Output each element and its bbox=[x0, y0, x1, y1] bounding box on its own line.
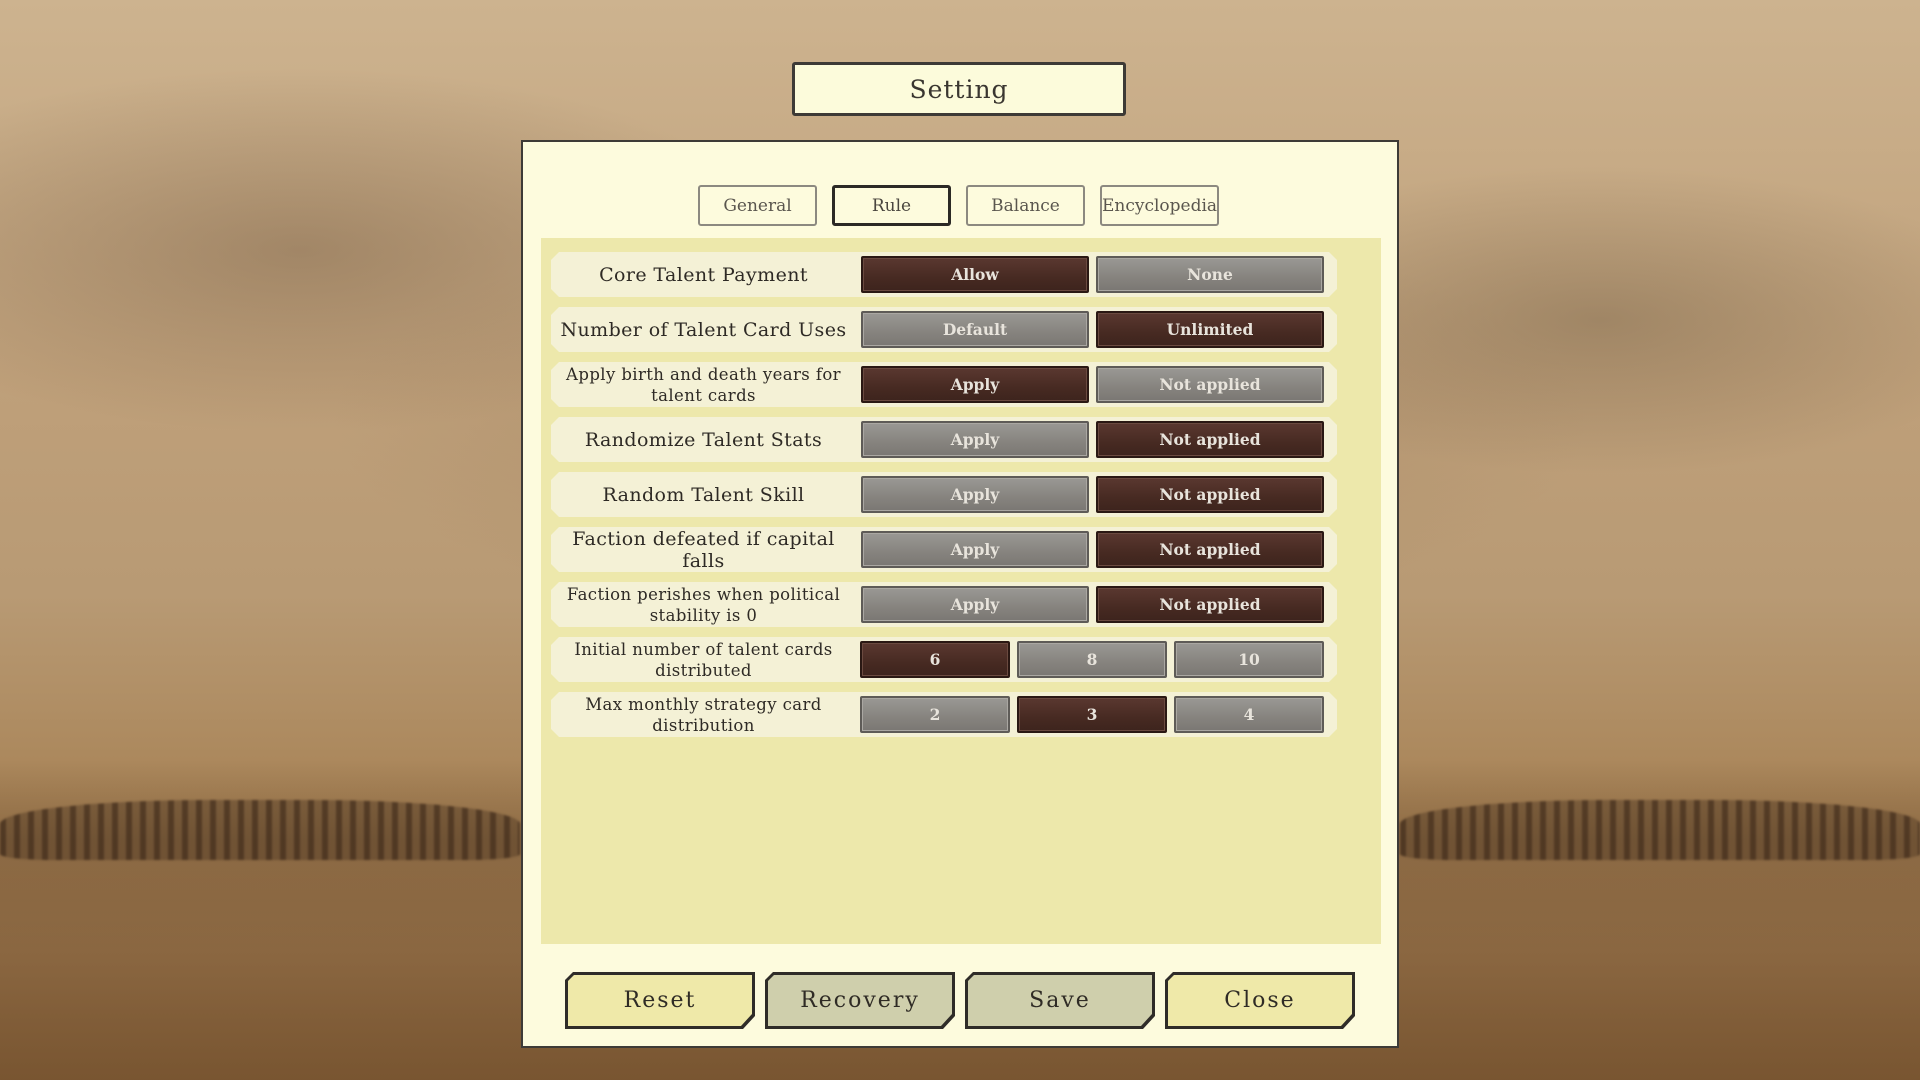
rule-label: Max monthly strategy card distribution bbox=[585, 694, 822, 735]
rule-row-capital-falls: Faction defeated if capital falls Apply … bbox=[551, 527, 1337, 572]
close-button-label: Close bbox=[1168, 975, 1352, 1026]
rule-row-randomize-talent-stats: Randomize Talent Stats Apply Not applied bbox=[551, 417, 1337, 462]
option-none-button[interactable]: None bbox=[1096, 256, 1324, 293]
reset-button-label: Reset bbox=[568, 975, 752, 1026]
settings-panel: General Rule Balance Encyclopedia Core T… bbox=[521, 140, 1399, 1048]
rule-row-birth-death-years: Apply birth and death years for talent c… bbox=[551, 362, 1337, 407]
rule-label: Core Talent Payment bbox=[599, 263, 808, 286]
tab-general[interactable]: General bbox=[698, 185, 817, 226]
rule-label: Apply birth and death years for talent c… bbox=[566, 364, 841, 405]
option-default-button[interactable]: Default bbox=[861, 311, 1089, 348]
rule-label: Initial number of talent cards distribut… bbox=[574, 639, 833, 680]
option-allow-button[interactable]: Allow bbox=[861, 256, 1089, 293]
option-2-button[interactable]: 2 bbox=[860, 696, 1010, 733]
option-apply-button[interactable]: Apply bbox=[861, 586, 1089, 623]
army-silhouette-left bbox=[0, 800, 520, 860]
rule-row-core-talent-payment: Core Talent Payment Allow None bbox=[551, 252, 1337, 297]
rule-row-initial-talent-cards: Initial number of talent cards distribut… bbox=[551, 637, 1337, 682]
tab-rule[interactable]: Rule bbox=[832, 185, 951, 226]
rule-label: Randomize Talent Stats bbox=[584, 428, 823, 451]
option-apply-button[interactable]: Apply bbox=[861, 531, 1089, 568]
option-4-button[interactable]: 4 bbox=[1174, 696, 1324, 733]
save-button[interactable]: Save bbox=[965, 972, 1155, 1029]
rule-label: Faction perishes when political stabilit… bbox=[566, 584, 841, 625]
option-not-applied-button[interactable]: Not applied bbox=[1096, 366, 1324, 403]
rule-label: Faction defeated if capital falls bbox=[572, 527, 835, 572]
rule-label: Number of Talent Card Uses bbox=[560, 318, 847, 341]
option-not-applied-button[interactable]: Not applied bbox=[1096, 531, 1324, 568]
close-button[interactable]: Close bbox=[1165, 972, 1355, 1029]
save-button-label: Save bbox=[968, 975, 1152, 1026]
rule-row-monthly-strategy-cards: Max monthly strategy card distribution 2… bbox=[551, 692, 1337, 737]
rules-content: Core Talent Payment Allow None Number of… bbox=[541, 238, 1381, 944]
reset-button[interactable]: Reset bbox=[565, 972, 755, 1029]
page-title: Setting bbox=[792, 62, 1126, 116]
recovery-button-label: Recovery bbox=[768, 975, 952, 1026]
option-apply-button[interactable]: Apply bbox=[861, 366, 1089, 403]
option-not-applied-button[interactable]: Not applied bbox=[1096, 586, 1324, 623]
option-not-applied-button[interactable]: Not applied bbox=[1096, 476, 1324, 513]
option-6-button[interactable]: 6 bbox=[860, 641, 1010, 678]
option-not-applied-button[interactable]: Not applied bbox=[1096, 421, 1324, 458]
tab-encyclopedia[interactable]: Encyclopedia bbox=[1100, 185, 1219, 226]
rule-label: Random Talent Skill bbox=[602, 483, 805, 506]
tab-bar: General Rule Balance Encyclopedia bbox=[698, 185, 1219, 226]
option-apply-button[interactable]: Apply bbox=[861, 421, 1089, 458]
recovery-button[interactable]: Recovery bbox=[765, 972, 955, 1029]
option-apply-button[interactable]: Apply bbox=[861, 476, 1089, 513]
rule-row-random-talent-skill: Random Talent Skill Apply Not applied bbox=[551, 472, 1337, 517]
army-silhouette-right bbox=[1400, 800, 1920, 860]
option-unlimited-button[interactable]: Unlimited bbox=[1096, 311, 1324, 348]
option-8-button[interactable]: 8 bbox=[1017, 641, 1167, 678]
rule-row-talent-card-uses: Number of Talent Card Uses Default Unlim… bbox=[551, 307, 1337, 352]
option-3-button[interactable]: 3 bbox=[1017, 696, 1167, 733]
rule-row-political-stability: Faction perishes when political stabilit… bbox=[551, 582, 1337, 627]
option-10-button[interactable]: 10 bbox=[1174, 641, 1324, 678]
tab-balance[interactable]: Balance bbox=[966, 185, 1085, 226]
